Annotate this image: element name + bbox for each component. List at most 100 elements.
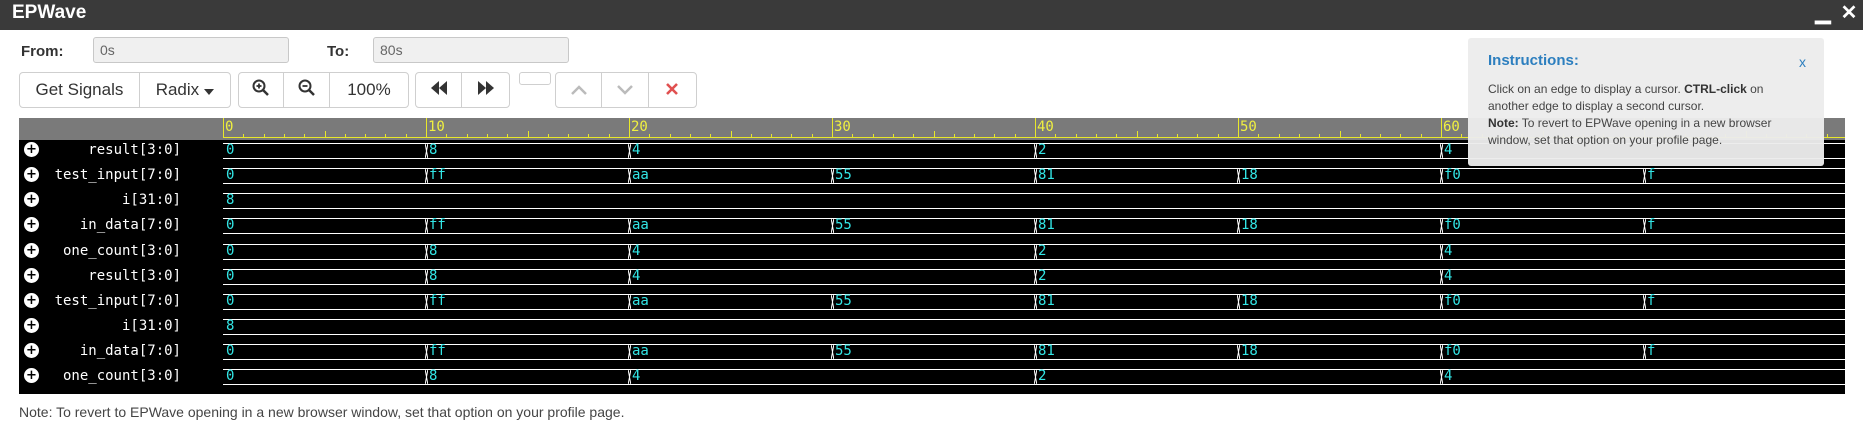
move-up-button[interactable] [556, 73, 603, 107]
signal-value: 0 [226, 167, 235, 183]
signal-value: 8 [226, 318, 235, 334]
signal-value: 55 [835, 167, 852, 183]
ruler-tick [954, 134, 955, 138]
signal-value: ff [429, 343, 446, 359]
ruler-tick [710, 134, 711, 138]
signal-value: 2 [1038, 368, 1047, 384]
value-transition [1643, 218, 1646, 234]
ruler-tick [1400, 134, 1401, 138]
value-transition [425, 168, 428, 184]
get-signals-button[interactable]: Get Signals [20, 73, 140, 107]
value-transition [425, 344, 428, 360]
ruler-tick-label: 20 [631, 119, 648, 135]
signal-value: f [1647, 167, 1656, 183]
signal-track[interactable]: 0 8 4 2 4 [223, 241, 1845, 262]
ruler-tick [1015, 134, 1016, 138]
instructions-panel: Instructions: x Click on an edge to disp… [1468, 38, 1824, 166]
value-transition [1440, 168, 1443, 184]
ruler-tick [731, 131, 732, 138]
signal-value: 81 [1038, 217, 1055, 233]
move-down-button[interactable] [602, 73, 649, 107]
delete-icon [666, 80, 679, 100]
ruler-tick [1441, 118, 1442, 138]
signal-value: 81 [1038, 167, 1055, 183]
signal-track[interactable]: 8 [223, 190, 1845, 211]
ruler-tick [223, 118, 224, 138]
radix-label: Radix [155, 80, 200, 99]
signal-value: aa [632, 343, 649, 359]
signal-name[interactable]: in_data[7:0] [19, 341, 181, 362]
signal-name[interactable]: result[3:0] [19, 140, 181, 161]
instructions-line1-pre: Click on an edge to display a cursor. [1488, 82, 1685, 96]
signal-track[interactable]: 0 ff aa 55 81 18 f0 f [223, 215, 1845, 236]
ruler-tick [791, 134, 792, 138]
signal-value: 18 [1241, 167, 1258, 183]
value-transition [425, 244, 428, 260]
signal-value: f [1647, 343, 1656, 359]
instructions-close-button[interactable]: x [1799, 54, 1806, 70]
signal-value: 4 [632, 368, 641, 384]
nav-button-group [415, 72, 510, 108]
ruler-tick [1177, 134, 1178, 138]
signal-value: 18 [1241, 217, 1258, 233]
value-transition [628, 369, 631, 385]
zoom-in-button[interactable] [239, 73, 285, 107]
ruler-tick [304, 134, 305, 138]
value-transition [1237, 218, 1240, 234]
signal-name[interactable]: result[3:0] [19, 266, 181, 287]
signal-name[interactable]: test_input[7:0] [19, 165, 181, 186]
app-title: EPWave [12, 2, 87, 23]
next-edge-button[interactable] [462, 73, 509, 107]
from-label: From: [21, 43, 64, 60]
from-input[interactable] [93, 37, 289, 63]
zoom-level-button[interactable]: 100% [330, 73, 408, 107]
signal-value: 4 [632, 243, 641, 259]
ruler-tick [1035, 118, 1036, 138]
cursor-button[interactable] [519, 72, 551, 85]
signal-track[interactable]: 0 ff aa 55 81 18 f0 f [223, 165, 1845, 186]
value-transition [628, 244, 631, 260]
ruler-tick [548, 134, 549, 138]
signal-value: f [1647, 293, 1656, 309]
value-transition [1034, 218, 1037, 234]
signal-name[interactable]: i[31:0] [19, 316, 181, 337]
prev-edge-button[interactable] [416, 73, 463, 107]
ruler-tick [528, 131, 529, 138]
signal-value: ff [429, 167, 446, 183]
ruler-tick [325, 131, 326, 138]
signal-track[interactable]: 0 8 4 2 4 [223, 366, 1845, 387]
signal-name[interactable]: test_input[7:0] [19, 291, 181, 312]
signal-name[interactable]: one_count[3:0] [19, 366, 181, 387]
signal-track[interactable]: 0 ff aa 55 81 18 f0 f [223, 291, 1845, 312]
signal-name[interactable]: in_data[7:0] [19, 215, 181, 236]
signal-name[interactable]: i[31:0] [19, 190, 181, 211]
radix-button[interactable]: Radix [140, 73, 230, 107]
value-transition [1237, 344, 1240, 360]
zoom-out-button[interactable] [284, 73, 330, 107]
ruler-tick [1137, 131, 1138, 138]
ruler-tick [1076, 134, 1077, 138]
to-input[interactable] [373, 37, 569, 63]
signal-value: 8 [429, 268, 438, 284]
signal-value: 2 [1038, 243, 1047, 259]
minimize-icon[interactable]: ▁ [1810, 0, 1836, 26]
signal-track[interactable]: 8 [223, 316, 1845, 337]
to-label: To: [327, 43, 350, 60]
value-transition [1440, 344, 1443, 360]
signal-track[interactable]: 0 ff aa 55 81 18 f0 f [223, 341, 1845, 362]
signal-value: 2 [1038, 142, 1047, 158]
ruler-tick [264, 134, 265, 138]
value-transition [1643, 168, 1646, 184]
ruler-name-header [19, 118, 223, 140]
signal-value: 4 [1444, 268, 1453, 284]
remove-signal-button[interactable] [649, 73, 696, 107]
signal-name[interactable]: one_count[3:0] [19, 241, 181, 262]
value-transition [628, 269, 631, 285]
signal-track[interactable]: 0 8 4 2 4 [223, 266, 1845, 287]
ruler-tick [893, 134, 894, 138]
signal-value: 0 [226, 368, 235, 384]
ruler-tick [365, 134, 366, 138]
ruler-tick [670, 134, 671, 138]
close-icon[interactable]: ✕ [1836, 0, 1862, 26]
value-transition [628, 344, 631, 360]
